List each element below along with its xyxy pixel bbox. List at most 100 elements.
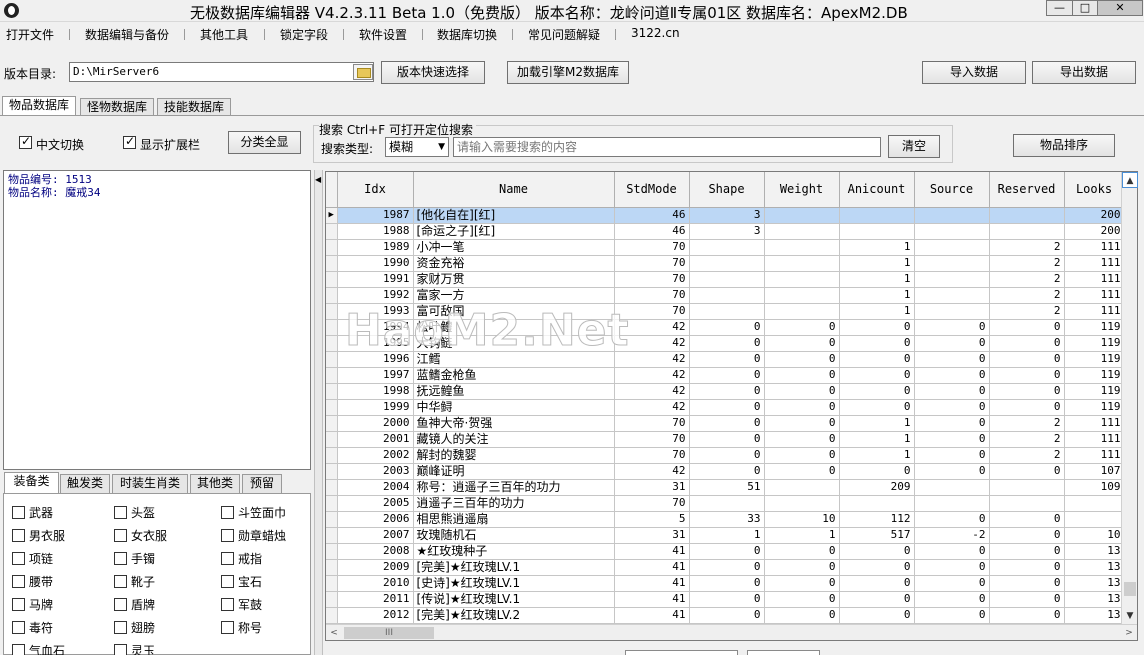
table-row[interactable]: 1993 富可敌国 70 1 2 111 xyxy=(326,303,1125,320)
table-cell[interactable]: 资金充裕 xyxy=(413,255,615,272)
scroll-thumb[interactable] xyxy=(1124,582,1136,596)
checkbox[interactable] xyxy=(221,598,234,611)
table-cell[interactable]: 0 xyxy=(989,335,1065,352)
menu-other-tools[interactable]: 其他工具 xyxy=(200,26,248,43)
row-indicator[interactable] xyxy=(326,383,338,400)
table-cell[interactable]: 13 xyxy=(1064,591,1125,608)
table-cell[interactable]: 2 xyxy=(989,431,1065,448)
table-cell[interactable]: 2002 xyxy=(337,447,414,464)
row-indicator[interactable] xyxy=(326,367,338,384)
table-cell[interactable]: 2005 xyxy=(337,495,414,512)
table-cell[interactable]: 2004 xyxy=(337,479,414,496)
category-belt[interactable]: 腰带 xyxy=(12,573,53,590)
checkbox[interactable] xyxy=(114,506,127,519)
column-header[interactable]: StdMode xyxy=(614,172,690,208)
row-indicator[interactable] xyxy=(326,559,338,576)
table-cell[interactable]: 0 xyxy=(914,399,990,416)
table-cell[interactable] xyxy=(914,239,990,256)
row-indicator[interactable] xyxy=(326,447,338,464)
collapse-arrow-icon[interactable]: ◀ xyxy=(315,175,322,184)
table-cell[interactable]: 200 xyxy=(1064,223,1125,240)
table-cell[interactable]: 2007 xyxy=(337,527,414,544)
table-cell[interactable]: 119 xyxy=(1064,335,1125,352)
table-cell[interactable]: 2 xyxy=(989,239,1065,256)
table-cell[interactable] xyxy=(914,495,990,512)
table-cell[interactable]: 13 xyxy=(1064,607,1125,624)
table-row[interactable]: 1991 家财万贯 70 1 2 111 xyxy=(326,271,1125,288)
table-cell[interactable]: 0 xyxy=(689,415,765,432)
table-cell[interactable]: 0 xyxy=(764,415,840,432)
table-cell[interactable]: [史诗]★红玫瑰LV.1 xyxy=(413,575,615,592)
table-cell[interactable]: [完美]★红玫瑰LV.2 xyxy=(413,607,615,624)
category-ring[interactable]: 戒指 xyxy=(221,550,262,567)
table-cell[interactable]: 1 xyxy=(839,303,915,320)
table-cell[interactable]: 中华鲟 xyxy=(413,399,615,416)
table-cell[interactable]: 0 xyxy=(989,351,1065,368)
row-indicator[interactable] xyxy=(326,463,338,480)
table-cell[interactable]: 119 xyxy=(1064,367,1125,384)
column-header[interactable]: Name xyxy=(413,172,615,208)
table-cell[interactable] xyxy=(689,495,765,512)
table-cell[interactable]: 0 xyxy=(689,447,765,464)
table-row[interactable]: 1999 中华鲟 42 0 0 0 0 0 119 xyxy=(326,399,1125,416)
table-cell[interactable] xyxy=(914,255,990,272)
table-cell[interactable]: 1 xyxy=(839,287,915,304)
checkbox[interactable] xyxy=(12,552,25,565)
table-cell[interactable]: 0 xyxy=(764,559,840,576)
table-cell[interactable]: 2 xyxy=(989,287,1065,304)
table-cell[interactable]: [他化自在][红] xyxy=(413,207,615,224)
table-cell[interactable]: 0 xyxy=(764,607,840,624)
table-cell[interactable]: -2 xyxy=(914,527,990,544)
table-cell[interactable]: 3 xyxy=(689,207,765,224)
table-cell[interactable]: 大钩鲢 xyxy=(413,335,615,352)
table-cell[interactable]: 41 xyxy=(614,591,690,608)
checkbox[interactable] xyxy=(221,575,234,588)
table-cell[interactable]: 0 xyxy=(689,383,765,400)
scroll-up-icon[interactable]: ▲ xyxy=(1122,172,1138,188)
table-cell[interactable] xyxy=(914,303,990,320)
checkbox[interactable] xyxy=(114,621,127,634)
table-cell[interactable]: 2003 xyxy=(337,463,414,480)
table-cell[interactable]: [传说]★红玫瑰LV.1 xyxy=(413,591,615,608)
row-indicator[interactable] xyxy=(326,351,338,368)
tab-equipment[interactable]: 装备类 xyxy=(4,472,59,493)
table-cell[interactable] xyxy=(989,207,1065,224)
table-cell[interactable]: 0 xyxy=(914,575,990,592)
row-indicator[interactable] xyxy=(326,287,338,304)
table-cell[interactable]: 0 xyxy=(689,607,765,624)
checkbox[interactable] xyxy=(12,575,25,588)
table-cell[interactable]: 0 xyxy=(914,335,990,352)
table-cell[interactable]: 0 xyxy=(989,383,1065,400)
table-cell[interactable] xyxy=(764,239,840,256)
table-cell[interactable]: 2 xyxy=(989,255,1065,272)
close-button[interactable]: ✕ xyxy=(1097,0,1143,16)
table-cell[interactable]: 0 xyxy=(914,351,990,368)
table-cell[interactable]: 517 xyxy=(839,527,915,544)
row-indicator[interactable] xyxy=(326,335,338,352)
table-cell[interactable]: 1989 xyxy=(337,239,414,256)
panel-splitter[interactable] xyxy=(314,170,323,655)
table-cell[interactable]: 1 xyxy=(839,447,915,464)
table-cell[interactable] xyxy=(989,479,1065,496)
checkbox[interactable] xyxy=(12,506,25,519)
column-header[interactable]: Reserved xyxy=(989,172,1065,208)
table-cell[interactable]: 0 xyxy=(764,399,840,416)
table-cell[interactable]: 112 xyxy=(839,511,915,528)
row-indicator[interactable] xyxy=(326,223,338,240)
table-cell[interactable]: 2009 xyxy=(337,559,414,576)
checkbox[interactable] xyxy=(114,598,127,611)
table-cell[interactable] xyxy=(839,223,915,240)
category-shield[interactable]: 盾牌 xyxy=(114,596,155,613)
table-cell[interactable]: 0 xyxy=(764,591,840,608)
table-cell[interactable]: 1 xyxy=(839,239,915,256)
row-indicator[interactable] xyxy=(326,591,338,608)
table-row[interactable]: 1998 抚远鳇鱼 42 0 0 0 0 0 119 xyxy=(326,383,1125,400)
table-cell[interactable] xyxy=(764,271,840,288)
table-cell[interactable]: 1995 xyxy=(337,335,414,352)
category-weapon[interactable]: 武器 xyxy=(12,504,53,521)
table-row[interactable]: 1996 江鳕 42 0 0 0 0 0 119 xyxy=(326,351,1125,368)
table-cell[interactable]: 41 xyxy=(614,575,690,592)
table-cell[interactable]: 0 xyxy=(914,511,990,528)
table-row[interactable]: 1992 富家一方 70 1 2 111 xyxy=(326,287,1125,304)
category-wings[interactable]: 翅膀 xyxy=(114,619,155,636)
